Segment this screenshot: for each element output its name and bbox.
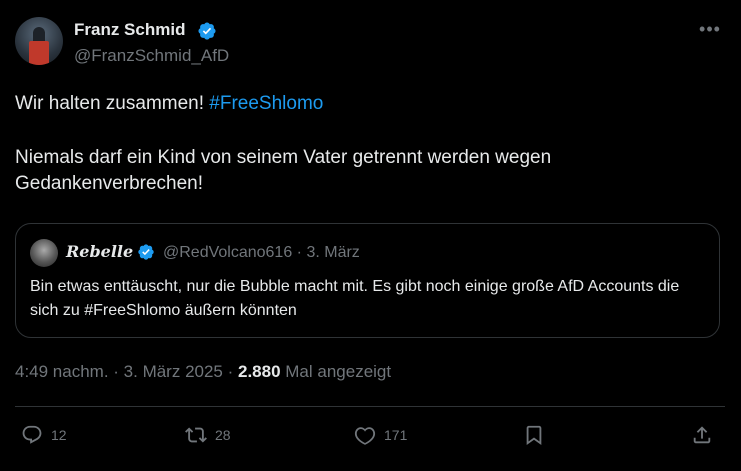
quoted-verified-badge-icon xyxy=(138,244,154,260)
reply-button[interactable]: 12 xyxy=(21,422,67,448)
heart-icon xyxy=(354,427,376,445)
author-avatar[interactable] xyxy=(15,17,63,65)
quoted-handle-date: @RedVolcano616 · 3. März xyxy=(163,244,360,261)
tweet-line-1: Wir halten zusammen! xyxy=(15,93,210,114)
retweet-icon xyxy=(185,427,207,443)
author-name[interactable]: Franz Schmid xyxy=(74,20,185,40)
views-label: Mal angezeigt xyxy=(280,362,392,381)
tweet-text: Wir halten zusammen! #FreeShlomo Niemals… xyxy=(15,91,725,197)
more-options-icon[interactable]: ••• xyxy=(697,20,723,42)
tweet-timestamp[interactable]: 4:49 nachm. · 3. März 2025 · xyxy=(15,362,238,381)
divider xyxy=(15,406,725,407)
retweet-count: 28 xyxy=(215,427,231,443)
reply-icon xyxy=(22,425,42,444)
quoted-avatar xyxy=(30,239,58,267)
author-handle[interactable]: @FranzSchmid_AfD xyxy=(74,46,229,66)
views-count: 2.880 xyxy=(238,362,281,381)
retweet-button[interactable]: 28 xyxy=(185,422,231,448)
like-button[interactable]: 171 xyxy=(354,422,407,448)
quoted-tweet[interactable]: Rebelle @RedVolcano616 · 3. März Bin etw… xyxy=(15,223,720,338)
bookmark-icon xyxy=(526,425,542,446)
quoted-author-name: Rebelle xyxy=(66,242,134,261)
quoted-text: Bin etwas enttäuscht, nur die Bubble mac… xyxy=(30,278,680,319)
tweet-meta: 4:49 nachm. · 3. März 2025 · 2.880 Mal a… xyxy=(15,362,391,382)
like-count: 171 xyxy=(384,427,408,443)
share-icon xyxy=(693,426,711,444)
avatar-podium-shape xyxy=(29,41,49,65)
share-button[interactable] xyxy=(691,422,721,448)
bookmark-button[interactable] xyxy=(523,422,553,448)
tweet-line-2: Niemals darf ein Kind von seinem Vater g… xyxy=(15,147,552,194)
reply-count: 12 xyxy=(51,427,67,443)
verified-badge-icon xyxy=(198,22,216,40)
hashtag-link[interactable]: #FreeShlomo xyxy=(209,93,323,114)
